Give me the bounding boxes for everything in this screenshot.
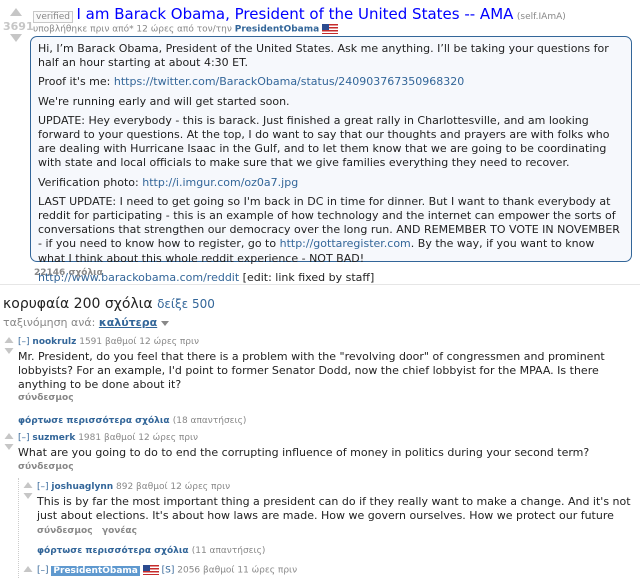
submitted-text: υποβλήθηκε πριν από* 12 ώρες από τον/την bbox=[33, 24, 232, 35]
selftext-update: UPDATE: Hey everybody - this is barack. … bbox=[38, 113, 610, 170]
upvote-arrow[interactable] bbox=[10, 8, 22, 16]
sort-dropdown[interactable]: καλύτερα bbox=[99, 316, 157, 329]
comment-meta: 2056 βαθμοί 11 ώρες πριν bbox=[177, 565, 298, 576]
comment-downvote-arrow[interactable] bbox=[23, 493, 33, 499]
comment-downvote-arrow[interactable] bbox=[4, 348, 14, 354]
show-500-link[interactable]: δείξε 500 bbox=[157, 297, 215, 311]
us-flag-icon bbox=[142, 565, 159, 575]
comment-upvote-arrow[interactable] bbox=[4, 433, 14, 439]
collapse-toggle[interactable]: [–] bbox=[37, 482, 49, 492]
load-more-comments[interactable]: φόρτωσε περισσότερα σχόλια (18 απαντήσει… bbox=[18, 416, 246, 426]
thread-line bbox=[18, 478, 19, 578]
comment-body: Mr. President, do you feel that there is… bbox=[18, 350, 605, 391]
comment-tagline: [–] PresidentObama [S] 2056 βαθμοί 11 ώρ… bbox=[37, 565, 297, 576]
comment-meta: 1981 βαθμοί 12 ώρες πριν bbox=[78, 433, 199, 443]
comments-header: κορυφαία 200 σχόλια δείξε 500 bbox=[3, 296, 215, 312]
chevron-down-icon[interactable] bbox=[160, 320, 169, 326]
comment-meta: 892 βαθμοί 12 ώρες πριν bbox=[116, 482, 231, 492]
submitter-badge: [S] bbox=[161, 565, 175, 576]
us-flag-icon bbox=[322, 24, 339, 34]
selftext-proof: Proof it's me: https://twitter.com/Barac… bbox=[38, 75, 465, 89]
comment-body: This is by far the most important thing … bbox=[37, 495, 631, 522]
comment-upvote-arrow[interactable] bbox=[4, 337, 14, 343]
more-count: (18 απαντήσεις) bbox=[172, 416, 247, 426]
selftext-verification: Verification photo: http://i.imgur.com/o… bbox=[38, 175, 299, 189]
permalink[interactable]: σύνδεσμος bbox=[18, 393, 74, 403]
post-title-line: verified I am Barack Obama, President of… bbox=[33, 5, 566, 23]
comment-meta: 1591 βαθμοί 12 ώρες πριν bbox=[79, 337, 200, 347]
comment-links: σύνδεσμος γονέας bbox=[37, 526, 137, 536]
verified-badge: verified bbox=[33, 11, 73, 23]
comment-tagline: [–] nookrulz 1591 βαθμοί 12 ώρες πριν bbox=[18, 337, 199, 347]
post-author[interactable]: PresidentObama bbox=[235, 25, 319, 35]
comment-author[interactable]: joshuaglynn bbox=[51, 482, 113, 492]
permalink[interactable]: σύνδεσμος bbox=[37, 526, 93, 536]
post-domain[interactable]: (self.IAmA) bbox=[517, 12, 566, 22]
selftext-last-update: LAST UPDATE: I need to get going so I'm … bbox=[38, 194, 620, 265]
more-count: (11 απαντήσεις) bbox=[191, 546, 266, 556]
collapse-toggle[interactable]: [–] bbox=[18, 337, 30, 347]
load-more-comments[interactable]: φόρτωσε περισσότερα σχόλια (11 απαντήσει… bbox=[37, 546, 265, 556]
proof-link[interactable]: https://twitter.com/BarackObama/status/2… bbox=[114, 75, 464, 88]
sort-label: ταξινόμηση ανά: bbox=[3, 316, 99, 329]
comments-header-title: κορυφαία 200 σχόλια bbox=[3, 296, 153, 312]
post-selftext: Hi, I’m Barack Obama, President of the U… bbox=[30, 36, 632, 284]
permalink[interactable]: σύνδεσμος bbox=[18, 462, 74, 472]
downvote-arrow[interactable] bbox=[10, 34, 22, 42]
collapse-toggle[interactable]: [–] bbox=[18, 433, 30, 443]
divider bbox=[0, 284, 640, 285]
comment-tagline: [–] joshuaglynn 892 βαθμοί 12 ώρες πριν bbox=[37, 482, 230, 492]
comment-author[interactable]: nookrulz bbox=[32, 337, 76, 347]
sort-line: ταξινόμηση ανά: καλύτερα bbox=[3, 316, 169, 329]
selftext-intro: Hi, I’m Barack Obama, President of the U… bbox=[38, 42, 609, 70]
post-title[interactable]: I am Barack Obama, President of the Unit… bbox=[76, 5, 513, 23]
gottaregister-link[interactable]: http://gottaregister.com bbox=[280, 237, 411, 250]
comment-author[interactable]: suzmerk bbox=[32, 433, 75, 443]
comment-author-op[interactable]: PresidentObama bbox=[51, 565, 140, 576]
comments-count-link[interactable]: 22146 σχόλια bbox=[34, 268, 103, 278]
comment-upvote-arrow[interactable] bbox=[23, 482, 33, 488]
comment-body: What are you going to do to end the corr… bbox=[18, 446, 590, 459]
verification-photo-link[interactable]: http://i.imgur.com/oz0a7.jpg bbox=[142, 176, 298, 189]
collapse-toggle[interactable]: [–] bbox=[37, 566, 49, 576]
post-tagline: υποβλήθηκε πριν από* 12 ώρες από τον/την… bbox=[33, 24, 339, 35]
post-score: 3691 bbox=[3, 20, 34, 33]
selftext-early: We're running early and will get started… bbox=[38, 94, 290, 108]
selftext-final: http://www.barackobama.com/reddit [edit:… bbox=[38, 270, 375, 284]
comment-downvote-arrow[interactable] bbox=[4, 444, 14, 450]
comment-upvote-arrow[interactable] bbox=[23, 566, 33, 572]
comment-tagline: [–] suzmerk 1981 βαθμοί 12 ώρες πριν bbox=[18, 433, 198, 443]
parent-link[interactable]: γονέας bbox=[102, 526, 137, 536]
